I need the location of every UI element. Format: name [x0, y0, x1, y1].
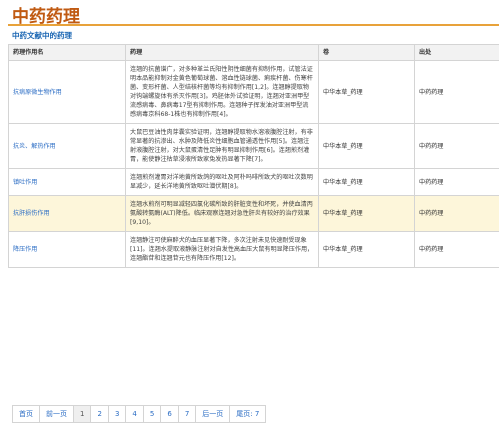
- row-name-link[interactable]: 降压作用: [8, 231, 126, 268]
- col-header-volume: 卷: [318, 44, 415, 61]
- page-button[interactable]: 4: [125, 405, 144, 423]
- title-divider: [8, 24, 499, 26]
- page-button[interactable]: 2: [90, 405, 109, 423]
- row-volume: 中华本草_药理: [318, 231, 415, 268]
- row-pharmacology-text: 连翘的抗菌谱广，对多种革兰氏阳性阴性细菌有抑制作用，试管法证明本品能抑制对金黄色…: [125, 60, 319, 124]
- col-header-name: 药理作用名: [8, 44, 126, 61]
- row-name-link[interactable]: 抗肝损伤作用: [8, 195, 126, 232]
- table-row: 镇吐作用 连翘煎剂灌胃对洋地黄所致鸽的呕吐及阿朴吗啡所致犬的呕吐次数明显减少，延…: [8, 168, 499, 196]
- row-volume: 中华本草_药理: [318, 123, 415, 169]
- page-button-current[interactable]: 1: [73, 405, 92, 423]
- pagination: 首页 前一页 1 2 3 4 5 6 7 后一页 尾页: 7: [12, 405, 267, 423]
- page-button[interactable]: 7: [177, 405, 197, 423]
- page: 中药药理 中药文献中的药理 药理作用名 药理 卷 出处 抗病原微生物作用 连翘的…: [0, 0, 499, 429]
- section-subtitle: 中药文献中的药理: [12, 31, 72, 40]
- row-source: 中药药理: [414, 195, 499, 232]
- row-pharmacology-text: 连翘水煎剂可明显减轻四氯化碳所致的肝脏变性和坏死，并使血清丙氨酸转氨酶(ALT)…: [125, 195, 319, 232]
- last-page-button[interactable]: 尾页: 7: [229, 405, 267, 423]
- row-source: 中药药理: [414, 168, 499, 196]
- row-volume: 中华本草_药理: [318, 168, 415, 196]
- row-pharmacology-text: 连翘静注可使麻醉犬的血压显著下降，多次注射未见快速耐受现象[11]。连翘水提取液…: [125, 231, 319, 268]
- table-row-highlighted: 抗肝损伤作用 连翘水煎剂可明显减轻四氯化碳所致的肝脏变性和坏死，并使血清丙氨酸转…: [8, 195, 499, 232]
- row-volume: 中华本草_药理: [318, 195, 415, 232]
- prev-page-button[interactable]: 前一页: [39, 405, 74, 423]
- col-header-source: 出处: [414, 44, 499, 61]
- row-pharmacology-text: 大鼠巴豆油性肉芽囊实验证明，连翘醇提取物水溶液腹腔注射，有非常显著的抗渗出、水肿…: [125, 123, 319, 169]
- row-name-link[interactable]: 镇吐作用: [8, 168, 126, 196]
- page-button[interactable]: 5: [142, 405, 162, 423]
- row-volume: 中华本草_药理: [318, 60, 415, 124]
- row-source: 中药药理: [414, 123, 499, 169]
- row-source: 中药药理: [414, 231, 499, 268]
- table-row: 降压作用 连翘静注可使麻醉犬的血压显著下降，多次注射未见快速耐受现象[11]。连…: [8, 231, 499, 268]
- first-page-button[interactable]: 首页: [12, 405, 40, 423]
- page-button[interactable]: 3: [107, 405, 127, 423]
- table-row: 抗炎、解热作用 大鼠巴豆油性肉芽囊实验证明，连翘醇提取物水溶液腹腔注射，有非常显…: [8, 123, 499, 169]
- row-name-link[interactable]: 抗病原微生物作用: [8, 60, 126, 124]
- col-header-pharmacology: 药理: [125, 44, 319, 61]
- row-source: 中药药理: [414, 60, 499, 124]
- pharmacology-table: 药理作用名 药理 卷 出处 抗病原微生物作用 连翘的抗菌谱广，对多种革兰氏阳性阴…: [8, 44, 499, 268]
- row-name-link[interactable]: 抗炎、解热作用: [8, 123, 126, 169]
- page-button[interactable]: 6: [160, 405, 179, 423]
- table-header-row: 药理作用名 药理 卷 出处: [8, 44, 499, 61]
- row-pharmacology-text: 连翘煎剂灌胃对洋地黄所致鸽的呕吐及阿朴吗啡所致犬的呕吐次数明显减少，延长洋地黄所…: [125, 168, 319, 196]
- table-row: 抗病原微生物作用 连翘的抗菌谱广，对多种革兰氏阳性阴性细菌有抑制作用，试管法证明…: [8, 60, 499, 124]
- next-page-button[interactable]: 后一页: [195, 405, 231, 423]
